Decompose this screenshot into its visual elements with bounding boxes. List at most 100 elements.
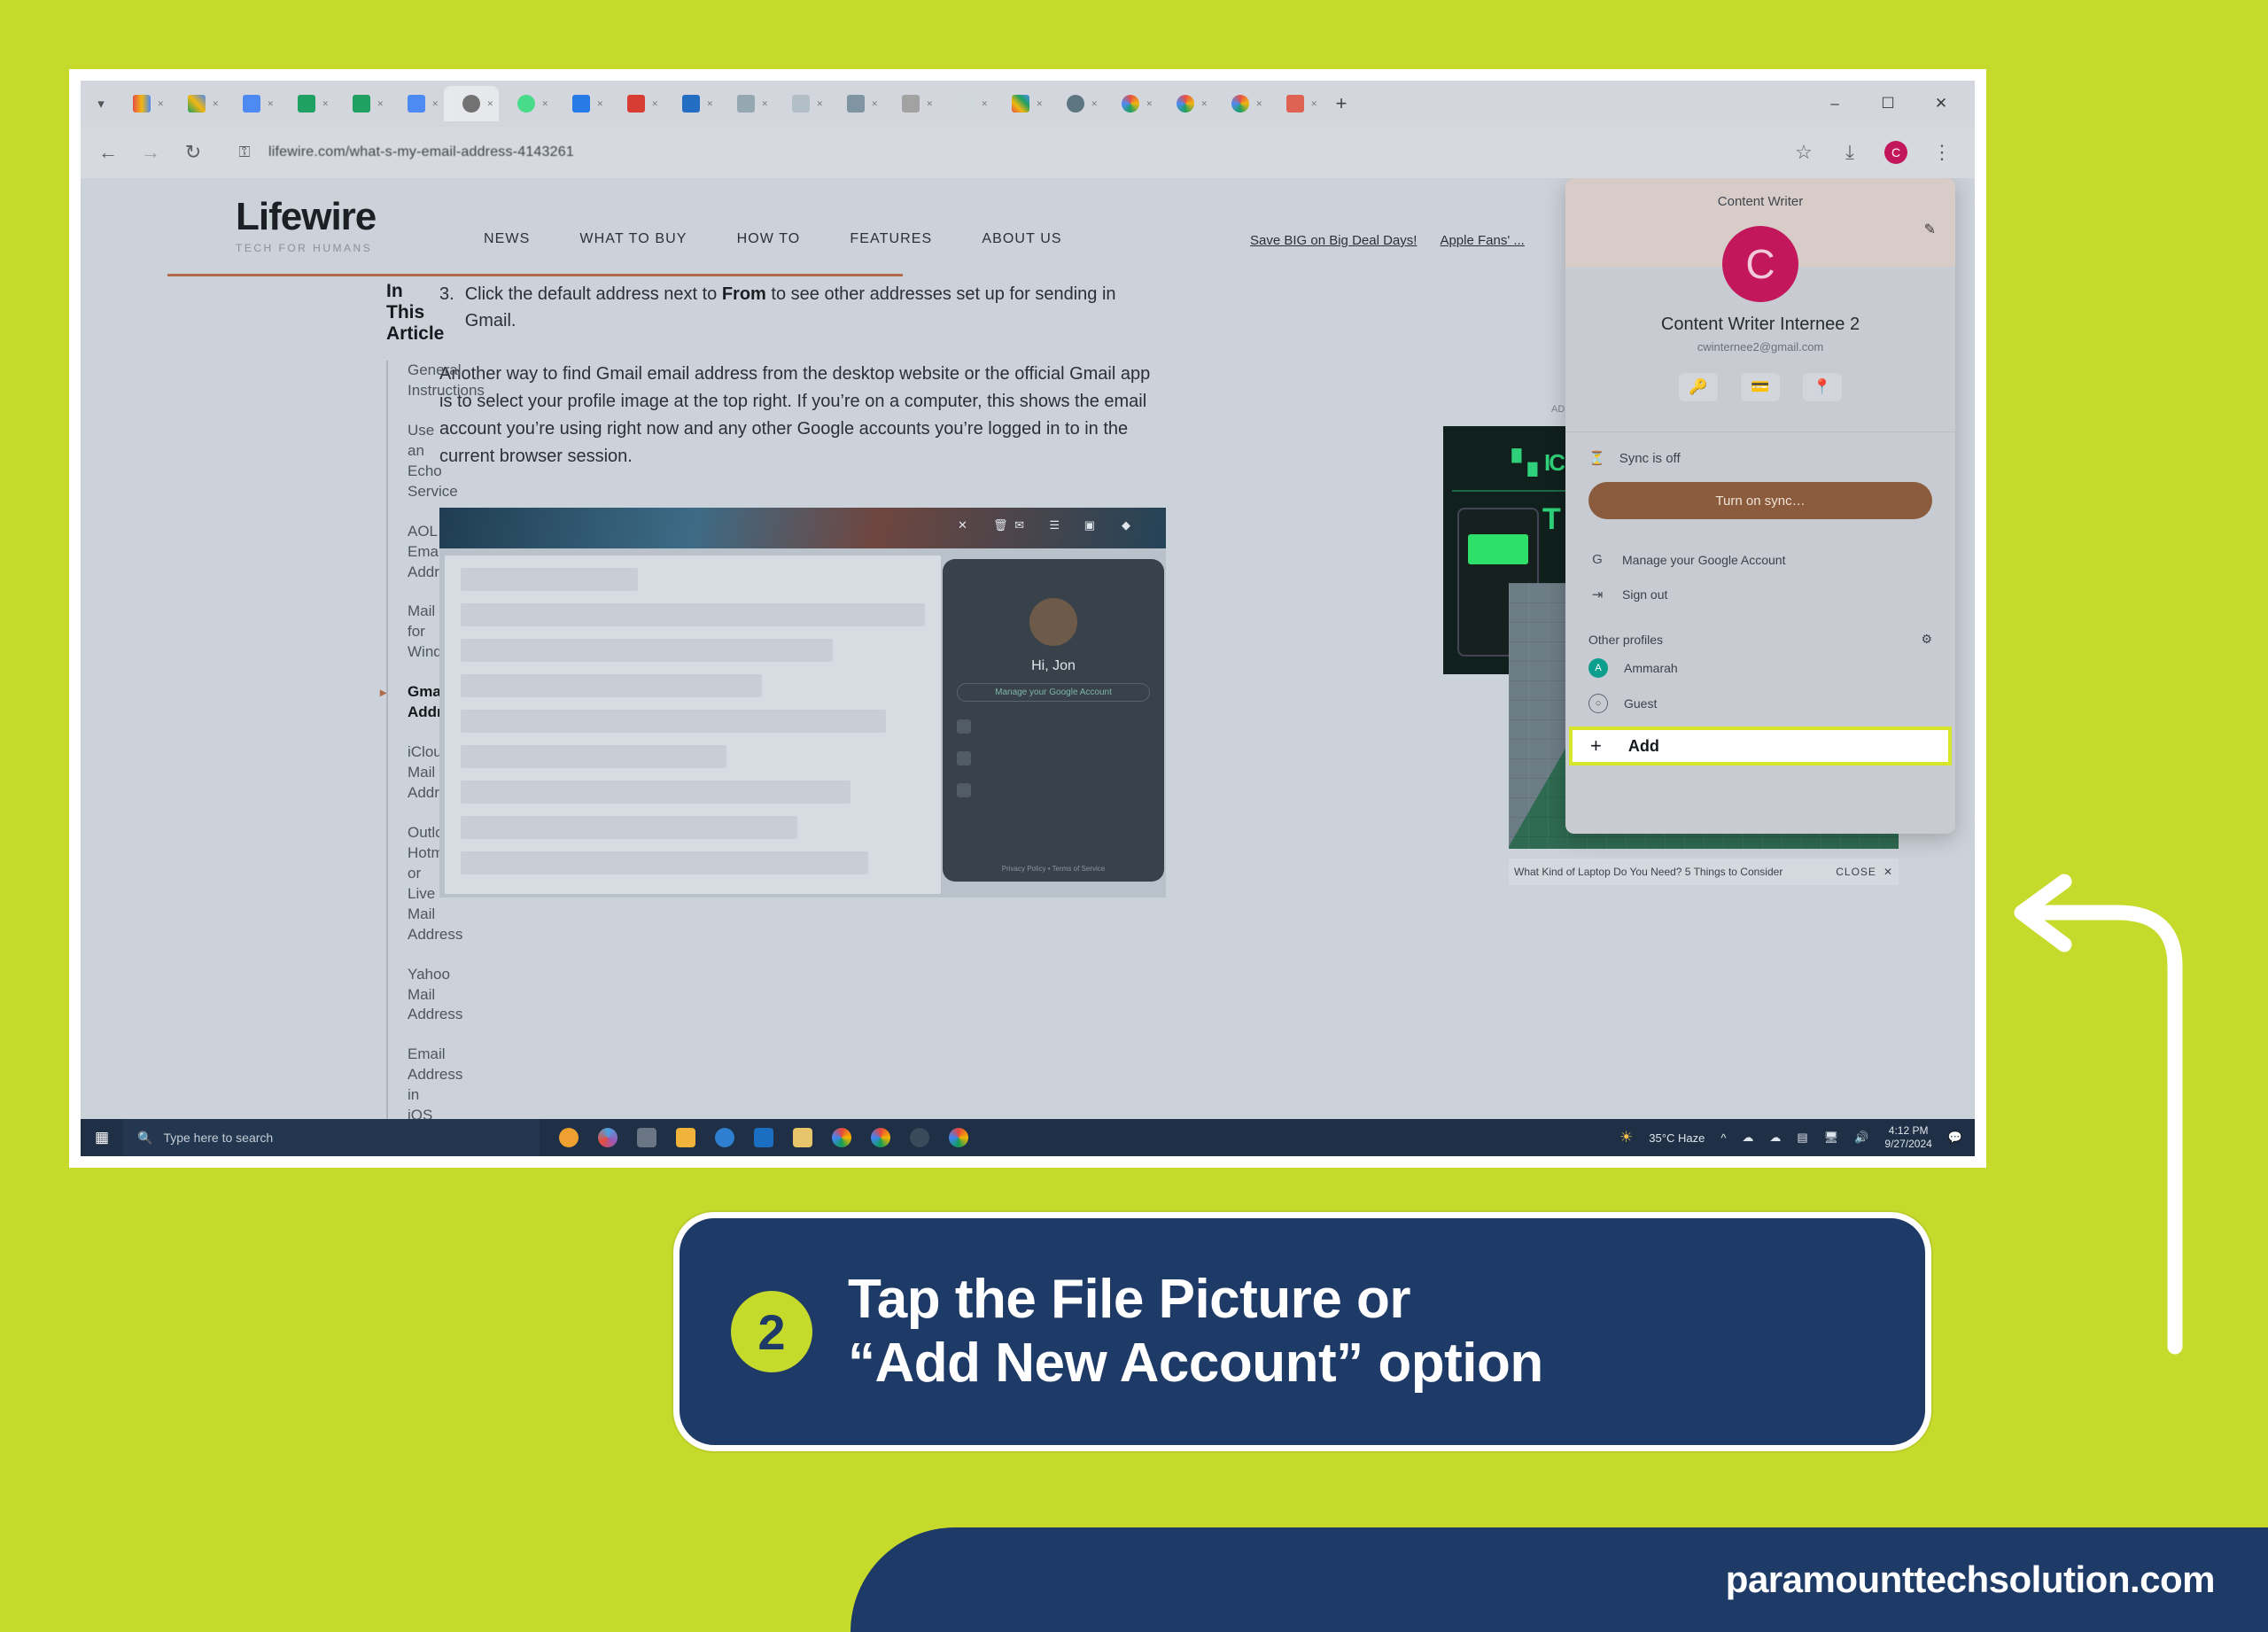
- chrome-profile-menu[interactable]: Content Writer ✎ C Content Writer Intern…: [1565, 178, 1955, 834]
- add-profile-button[interactable]: + Add: [1569, 727, 1952, 765]
- address-pin-icon[interactable]: 📍: [1803, 373, 1842, 401]
- menu-item-sign-out[interactable]: ⇥ Sign out: [1588, 577, 1932, 612]
- tab-close-icon[interactable]: ✕: [1200, 99, 1208, 109]
- tab-close-icon[interactable]: ✕: [926, 99, 933, 109]
- tray-onedrive-icon[interactable]: ☁: [1742, 1131, 1753, 1145]
- nav-item-news[interactable]: NEWS: [484, 231, 530, 247]
- ad-close-button[interactable]: CLOSE ✕: [1836, 866, 1893, 878]
- tray-expand-icon[interactable]: ^: [1720, 1131, 1726, 1145]
- app-icon-folder[interactable]: [676, 1128, 695, 1147]
- tab-close-icon[interactable]: ✕: [541, 99, 548, 109]
- app-icon-chrome-3[interactable]: [949, 1128, 968, 1147]
- tab-close-icon[interactable]: ✕: [651, 99, 658, 109]
- menu-item-manage-google-account[interactable]: G Manage your Google Account: [1588, 542, 1932, 577]
- browser-tab[interactable]: ✕: [1158, 86, 1213, 121]
- profile-item-guest[interactable]: ○ Guest: [1565, 686, 1955, 721]
- browser-tab[interactable]: ✕: [169, 86, 224, 121]
- tray-display-icon[interactable]: 🖥: [1824, 1131, 1839, 1145]
- windows-start-icon[interactable]: ▦: [81, 1119, 123, 1156]
- tab-close-icon[interactable]: ✕: [816, 99, 823, 109]
- weather-status[interactable]: 35°C Haze: [1649, 1131, 1705, 1145]
- tab-close-icon[interactable]: ✕: [1310, 99, 1317, 109]
- profile-avatar[interactable]: C: [1722, 226, 1798, 302]
- browser-tab[interactable]: ✕: [993, 86, 1048, 121]
- app-icon-skype[interactable]: [910, 1128, 929, 1147]
- close-window-button[interactable]: ✕: [1915, 95, 1968, 113]
- tab-close-icon[interactable]: ✕: [431, 99, 439, 109]
- maximize-button[interactable]: ☐: [1861, 95, 1915, 113]
- tab-close-icon[interactable]: ✕: [157, 99, 164, 109]
- browser-tab[interactable]: ✕: [554, 86, 609, 121]
- new-tab-button[interactable]: +: [1323, 92, 1360, 115]
- forward-icon[interactable]: →: [139, 141, 162, 164]
- footer-domain[interactable]: paramounttechsolution.com: [1726, 1558, 2216, 1601]
- address-bar[interactable]: ⚿ lifewire.com/what-s-my-email-address-4…: [224, 136, 1773, 169]
- browser-tab[interactable]: ✕: [773, 86, 828, 121]
- browser-tab[interactable]: ✕: [828, 86, 883, 121]
- turn-on-sync-button[interactable]: Turn on sync…: [1588, 482, 1932, 519]
- browser-tab[interactable]: ✕: [499, 86, 554, 121]
- chrome-menu-icon[interactable]: ⋮: [1930, 141, 1953, 164]
- browser-tab[interactable]: ✕: [334, 86, 389, 121]
- nav-item-about-us[interactable]: ABOUT US: [982, 231, 1061, 247]
- promo-link-big-deal-days[interactable]: Save BIG on Big Deal Days!: [1250, 233, 1417, 248]
- browser-tab[interactable]: ✕: [279, 86, 334, 121]
- ad-bottom-text[interactable]: What Kind of Laptop Do You Need? 5 Thing…: [1514, 866, 1783, 878]
- tab-close-icon[interactable]: ✕: [377, 99, 384, 109]
- browser-tab[interactable]: ✕: [883, 86, 938, 121]
- app-icon-weather[interactable]: [598, 1128, 617, 1147]
- app-icon-taskview[interactable]: [637, 1128, 656, 1147]
- app-icon-mail[interactable]: [754, 1128, 773, 1147]
- browser-tab[interactable]: ✕: [114, 86, 169, 121]
- tab-close-icon[interactable]: ✕: [596, 99, 603, 109]
- tray-network-icon[interactable]: ▤: [1797, 1131, 1807, 1145]
- browser-tab[interactable]: ✕: [224, 86, 279, 121]
- tab-close-icon[interactable]: ✕: [1146, 99, 1153, 109]
- browser-tab-strip[interactable]: ▾ ✕ ✕ ✕ ✕ ✕ ✕ ✕ ✕ ✕ ✕ ✕ ✕ ✕ ✕ ✕ ✕ ✕ ✕ ✕ …: [81, 81, 1975, 127]
- nav-item-what-to-buy[interactable]: WHAT TO BUY: [579, 231, 687, 247]
- tab-close-icon[interactable]: ✕: [486, 99, 493, 109]
- tab-close-icon[interactable]: ✕: [981, 99, 988, 109]
- bookmark-star-icon[interactable]: ☆: [1792, 141, 1815, 164]
- nav-item-features[interactable]: FEATURES: [850, 231, 932, 247]
- tab-close-icon[interactable]: ✕: [871, 99, 878, 109]
- tab-close-icon[interactable]: ✕: [322, 99, 329, 109]
- app-icon-explorer[interactable]: [793, 1128, 812, 1147]
- nav-item-how-to[interactable]: HOW TO: [737, 231, 801, 247]
- tab-close-icon[interactable]: ✕: [267, 99, 274, 109]
- browser-tab[interactable]: ✕: [664, 86, 718, 121]
- app-icon-chrome[interactable]: [832, 1128, 851, 1147]
- tab-close-icon[interactable]: ✕: [1036, 99, 1043, 109]
- tab-close-icon[interactable]: ✕: [1091, 99, 1098, 109]
- taskbar-clock[interactable]: 4:12 PM 9/27/2024: [1884, 1124, 1931, 1151]
- browser-tab[interactable]: ✕: [1103, 86, 1158, 121]
- payment-card-icon[interactable]: 💳: [1741, 373, 1780, 401]
- profile-item-ammarah[interactable]: A Ammarah: [1565, 650, 1955, 686]
- app-icon-edge[interactable]: [715, 1128, 734, 1147]
- tab-list-chevron-icon[interactable]: ▾: [88, 96, 114, 112]
- download-icon[interactable]: ⤓: [1838, 141, 1861, 164]
- tab-close-icon[interactable]: ✕: [706, 99, 713, 109]
- browser-tab[interactable]: ✕: [609, 86, 664, 121]
- browser-tab[interactable]: ✕: [444, 86, 499, 121]
- profile-avatar-button[interactable]: C: [1884, 141, 1907, 164]
- edit-pencil-icon[interactable]: ✎: [1924, 221, 1936, 238]
- tab-close-icon[interactable]: ✕: [1255, 99, 1262, 109]
- action-center-icon[interactable]: 💬: [1948, 1131, 1962, 1145]
- tray-cloud-icon[interactable]: ☁: [1769, 1131, 1781, 1145]
- minimize-button[interactable]: –: [1808, 95, 1861, 113]
- tray-volume-icon[interactable]: 🔊: [1854, 1131, 1868, 1145]
- reload-icon[interactable]: ↻: [182, 141, 205, 164]
- tab-close-icon[interactable]: ✕: [212, 99, 219, 109]
- browser-tab[interactable]: ✕: [718, 86, 773, 121]
- browser-tab[interactable]: ✕: [1048, 86, 1103, 121]
- site-nav[interactable]: NEWS WHAT TO BUY HOW TO FEATURES ABOUT U…: [484, 231, 1062, 247]
- taskbar-search[interactable]: 🔍 Type here to search: [123, 1119, 540, 1156]
- browser-tab[interactable]: ✕: [938, 86, 993, 121]
- app-icon-cortana[interactable]: [559, 1128, 579, 1147]
- profile-settings-gear-icon[interactable]: ⚙: [1921, 632, 1932, 647]
- browser-tab[interactable]: ✕: [1213, 86, 1268, 121]
- app-icon-chrome-2[interactable]: [871, 1128, 890, 1147]
- browser-tab[interactable]: ✕: [389, 86, 444, 121]
- back-icon[interactable]: ←: [97, 141, 120, 164]
